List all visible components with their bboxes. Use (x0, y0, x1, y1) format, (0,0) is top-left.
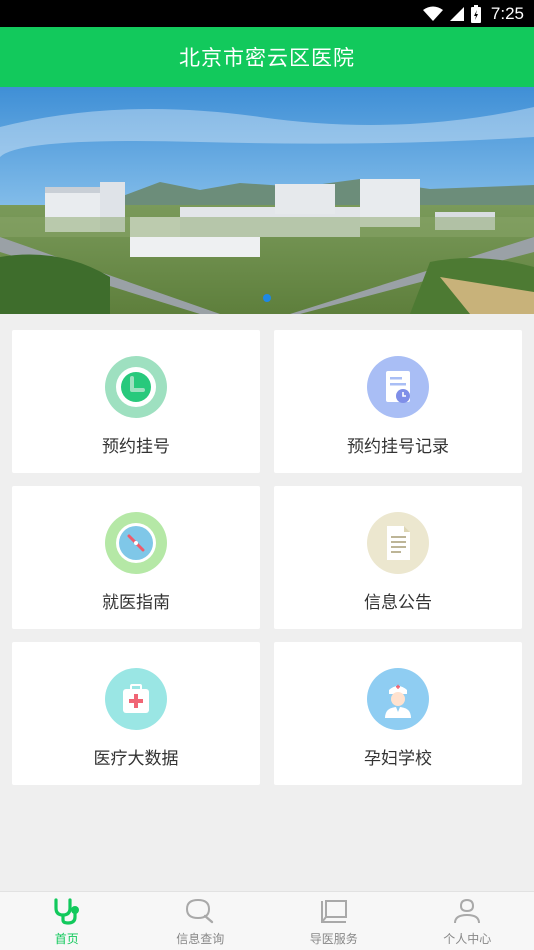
menu-card-appointment-records[interactable]: 预约挂号记录 (274, 330, 522, 473)
notice-icon (367, 512, 429, 574)
page-title: 北京市密云区医院 (179, 46, 355, 70)
menu-card-maternity-school[interactable]: 孕妇学校 (274, 642, 522, 785)
stethoscope-icon (51, 896, 83, 926)
menu-card-label: 预约挂号记录 (347, 437, 449, 457)
status-bar: 7:25 (0, 0, 534, 27)
wifi-icon (422, 6, 443, 21)
menu-grid: 预约挂号 预约挂号记录 就医指南 信息公告 医疗大数据 孕妇学校 (12, 330, 522, 785)
bottom-tab-bar: 首页 信息查询 导医服务 个人中心 (0, 891, 534, 950)
menu-card-medical-big-data[interactable]: 医疗大数据 (12, 642, 260, 785)
carousel-indicator (0, 294, 534, 302)
tab-label: 首页 (54, 932, 79, 946)
person-icon (451, 896, 483, 926)
battery-icon (470, 4, 481, 23)
menu-card-label: 信息公告 (364, 593, 432, 613)
menu-card-label: 孕妇学校 (364, 749, 432, 769)
compass-icon (105, 512, 167, 574)
tab-label: 导医服务 (309, 932, 358, 946)
status-icons: 7:25 (422, 0, 524, 27)
menu-card-announcements[interactable]: 信息公告 (274, 486, 522, 629)
guide-icon (318, 896, 350, 926)
tab-label: 信息查询 (176, 932, 225, 946)
nurse-icon (367, 668, 429, 730)
tab-guide-service[interactable]: 导医服务 (267, 892, 401, 950)
signal-icon (449, 6, 464, 21)
menu-card-label: 医疗大数据 (93, 749, 179, 769)
menu-card-appointment[interactable]: 预约挂号 (12, 330, 260, 473)
status-time: 7:25 (490, 3, 524, 23)
medical-kit-icon (105, 668, 167, 730)
menu-card-label: 预约挂号 (102, 437, 170, 457)
clock-icon (105, 356, 167, 418)
search-icon (184, 896, 216, 926)
tab-home[interactable]: 首页 (0, 892, 134, 950)
tab-personal-center[interactable]: 个人中心 (401, 892, 534, 950)
app-header: 北京市密云区医院 (0, 27, 534, 87)
banner-carousel[interactable] (0, 87, 534, 314)
hospital-banner-image (0, 87, 534, 314)
menu-card-label: 就医指南 (102, 593, 170, 613)
menu-card-medical-guide[interactable]: 就医指南 (12, 486, 260, 629)
tab-info-query[interactable]: 信息查询 (134, 892, 268, 950)
tab-label: 个人中心 (443, 932, 492, 946)
carousel-dot-active (263, 294, 271, 302)
document-clock-icon (367, 356, 429, 418)
